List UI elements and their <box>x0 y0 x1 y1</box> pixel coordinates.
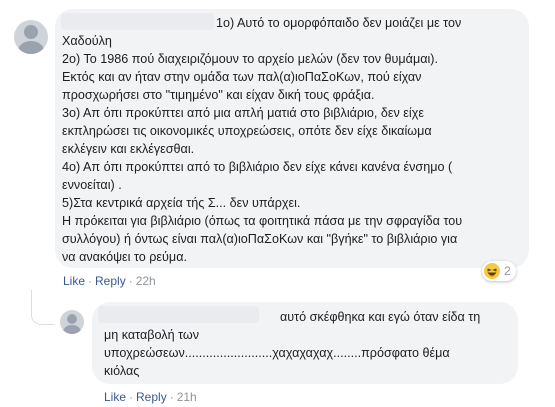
redacted-author-name <box>98 306 259 323</box>
comment-line: Χαδούλη <box>62 34 112 48</box>
comment-line: Η πρόκειται για βιβλιάριο (όπως τα φοιτη… <box>62 214 463 228</box>
reply-button[interactable]: Reply <box>136 390 167 404</box>
comment-line: 1ο) Αυτό το ομορφόπαιδο δεν μοιάζει με τ… <box>216 16 462 30</box>
avatar[interactable] <box>14 20 48 54</box>
reaction-summary[interactable]: 2 <box>482 261 516 281</box>
timestamp[interactable]: 21h <box>177 390 197 404</box>
reply-line: αυτό σκέφθηκα και εγώ όταν είδα τη <box>280 310 481 324</box>
comment-line: 2ο) Το 1986 πού διαχειριζόμουν το αρχείο… <box>62 52 438 66</box>
comment-line: 3ο) Απ όπι προκύπτει από μια απλή ματιά … <box>62 106 424 120</box>
separator: · <box>129 390 134 404</box>
comment-line: 5)Στα κεντρικά αρχεία τής Σ... δεν υπάρχ… <box>62 196 301 210</box>
reply-button[interactable]: Reply <box>95 274 126 288</box>
comment-line: Εκτός και αν ήταν στην ομάδα των παλ(α)ι… <box>62 70 422 84</box>
reply-line: μη καταβολή των <box>104 328 199 342</box>
comment-line: προσχωρήσει στο "τιμημένο" και είχαν δικ… <box>62 88 375 102</box>
separator: · <box>128 274 133 288</box>
timestamp[interactable]: 22h <box>136 274 156 288</box>
comment-line: εκπληρώσει τις οικονομικές υποχρεώσεις, … <box>62 124 432 138</box>
comment-line: εκλέγειν και εκλέγεσθαι. <box>62 142 195 156</box>
comment-line: να ανακόψει το ρεύμα. <box>62 250 187 264</box>
comment-line: εννοείται) . <box>62 178 122 192</box>
reply-actions: Like · Reply · 21h <box>104 390 197 404</box>
avatar[interactable] <box>60 310 84 334</box>
comment-actions: Like · Reply · 22h <box>63 274 156 288</box>
reply-line: κιόλας <box>104 364 140 378</box>
like-button[interactable]: Like <box>63 274 85 288</box>
comment-line: 4ο) Απ όπι προκύπτει από το βιβλιάριο δε… <box>62 160 453 174</box>
reaction-count: 2 <box>504 264 511 278</box>
reply-line: υποχρεώσεων.........................χαχα… <box>104 346 450 360</box>
like-button[interactable]: Like <box>104 390 126 404</box>
comment-bubble: 1ο) Αυτό το ομορφόπαιδο δεν μοιάζει με τ… <box>55 9 529 268</box>
redacted-author-name <box>61 13 214 30</box>
reply-thread-line <box>31 290 54 325</box>
haha-emoji-icon <box>484 263 500 279</box>
comment-line: συλλόγου) ή όντως είναι παλ(α)ιοΠαΣοΚων … <box>62 232 458 246</box>
reply-bubble: αυτό σκέφθηκα και εγώ όταν είδα τη μη κα… <box>92 302 518 384</box>
separator: · <box>88 274 93 288</box>
separator: · <box>169 390 174 404</box>
